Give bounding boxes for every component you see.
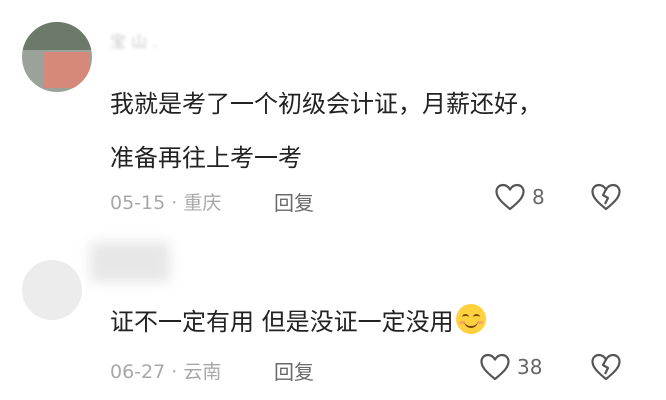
dislike-button[interactable] xyxy=(590,182,622,216)
comment-item: 宝 山 . 我就是考了一个初级会计证，月薪还好， 准备再往上考一考 05-15 … xyxy=(0,0,666,230)
broken-heart-icon xyxy=(591,183,621,211)
comment-date: 05-15 xyxy=(110,192,166,214)
username-redacted xyxy=(90,242,170,282)
heart-outline-icon xyxy=(495,183,525,211)
comment-date: 06-27 xyxy=(110,361,166,383)
meta-separator: · xyxy=(171,361,178,383)
reply-button[interactable]: 回复 xyxy=(274,356,314,385)
comment-meta: 05-15 · 重庆 xyxy=(110,188,221,215)
comment-text-line: 证不一定有用 但是没证一定没用 xyxy=(110,302,486,337)
heart-outline-icon xyxy=(480,353,510,381)
dislike-button[interactable] xyxy=(590,352,622,386)
meta-separator: · xyxy=(171,192,178,214)
comment-location: 重庆 xyxy=(183,192,222,214)
reply-button[interactable]: 回复 xyxy=(274,187,314,216)
comment-item: 证不一定有用 但是没证一定没用 06-27 · 云南 回复 38 xyxy=(0,230,666,400)
avatar[interactable] xyxy=(22,22,92,92)
avatar[interactable] xyxy=(22,260,82,320)
comment-meta: 06-27 · 云南 xyxy=(110,357,221,384)
username[interactable]: 宝 山 . xyxy=(110,28,157,52)
avatar-image-top xyxy=(22,22,92,50)
like-button[interactable]: 8 xyxy=(494,182,545,212)
comment-location: 云南 xyxy=(183,361,222,383)
avatar-image-figure xyxy=(44,52,90,88)
like-count: 8 xyxy=(532,185,545,209)
broken-heart-icon xyxy=(591,353,621,381)
smiling-face-emoji xyxy=(455,304,486,334)
comment-text-line: 我就是考了一个初级会计证，月薪还好， xyxy=(110,90,542,118)
comment-text: 证不一定有用 但是没证一定没用 xyxy=(110,308,454,336)
comment-text-line: 准备再往上考一考 xyxy=(110,144,302,172)
like-button[interactable]: 38 xyxy=(479,352,542,382)
like-count: 38 xyxy=(517,355,543,379)
